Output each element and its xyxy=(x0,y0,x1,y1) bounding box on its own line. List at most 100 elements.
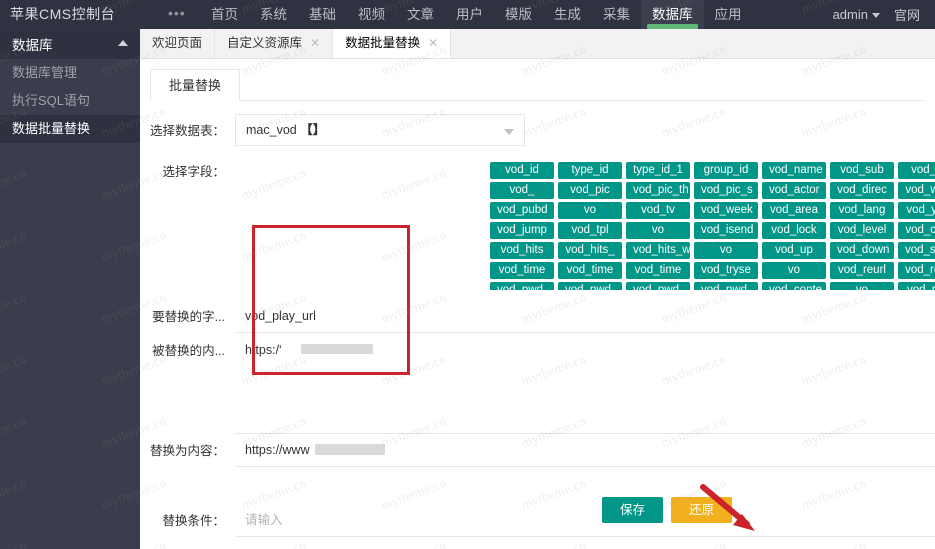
field-tag[interactable]: vod_up xyxy=(762,242,826,259)
content-replaced-label: 被替换的内... xyxy=(140,334,235,434)
fields-label: 选择字段： xyxy=(140,162,235,300)
field-tag[interactable]: vo xyxy=(762,262,826,279)
field-tag[interactable]: vod_time xyxy=(490,262,554,279)
field-tag[interactable]: vo xyxy=(830,282,894,290)
field-tag[interactable]: vod_pwd_ xyxy=(694,282,758,290)
field-tag[interactable]: vod_actor xyxy=(762,182,826,199)
table-select-label: 选择数据表： xyxy=(140,114,235,154)
field-tag[interactable]: vod_hits_ xyxy=(558,242,622,259)
more-dots-icon[interactable]: ••• xyxy=(168,5,186,21)
field-tag[interactable]: vod_pic_th xyxy=(626,182,690,199)
user-menu-admin[interactable]: admin xyxy=(826,7,887,22)
field-tag[interactable]: vod_conte xyxy=(762,282,826,290)
field-tag[interactable]: vod_pic_s xyxy=(694,182,758,199)
field-tag[interactable]: vod_name xyxy=(762,162,826,179)
close-icon[interactable]: ✕ xyxy=(428,28,438,58)
table-select-dropdown[interactable]: mac_vod 【】 xyxy=(235,114,525,146)
field-tag[interactable]: group_id xyxy=(694,162,758,179)
app-logo-title: 苹果CMS控制台 xyxy=(10,4,115,24)
top-nav-item-10[interactable]: 应用 xyxy=(704,0,753,29)
tab-label: 数据批量替换 xyxy=(345,28,420,58)
field-tag[interactable]: vod_ xyxy=(490,182,554,199)
chevron-down-icon xyxy=(872,13,880,18)
field-tag[interactable]: vod_lock xyxy=(762,222,826,239)
field-tag[interactable]: vod_pwd_ xyxy=(626,282,690,290)
field-tag[interactable]: vod_copy xyxy=(898,222,935,239)
top-nav-item-8[interactable]: 采集 xyxy=(592,0,641,29)
field-tag[interactable]: vod_week xyxy=(694,202,758,219)
tab-0[interactable]: 欢迎页面 xyxy=(140,28,215,58)
user-menu-label: admin xyxy=(833,7,868,22)
sidebar-group-database[interactable]: 数据库 xyxy=(0,29,140,59)
field-tag[interactable]: vod_year xyxy=(898,202,935,219)
top-nav-item-1[interactable]: 系统 xyxy=(249,0,298,29)
field-tag[interactable]: vod_write xyxy=(898,182,935,199)
field-tag[interactable]: vod_pwd_ xyxy=(558,282,622,290)
field-tag[interactable]: vo xyxy=(694,242,758,259)
reset-button[interactable]: 还原 xyxy=(671,497,732,523)
form-row-content-replaced: 被替换的内... xyxy=(140,334,935,434)
field-tag[interactable]: vod_pubd xyxy=(490,202,554,219)
field-tag[interactable]: vod_time xyxy=(558,262,622,279)
sidebar-group-label: 数据库 xyxy=(12,34,53,54)
field-tag[interactable]: type_id_1 xyxy=(626,162,690,179)
close-icon[interactable]: ✕ xyxy=(310,28,320,58)
app-root: 苹果CMS控制台 ••• 首页系统基础视频文章用户模版生成采集数据库应用 adm… xyxy=(0,0,935,549)
chevron-up-icon xyxy=(118,40,128,46)
field-tag[interactable]: vod_hits_w xyxy=(626,242,690,259)
form-row-table-select: 选择数据表： mac_vod 【】 xyxy=(140,114,935,154)
field-tag[interactable]: vod_tpl xyxy=(558,222,622,239)
redaction-block-1 xyxy=(301,344,373,354)
field-tag[interactable]: vod_id xyxy=(490,162,554,179)
form-row-field-to-replace: 要替换的字... xyxy=(140,300,935,334)
field-tag[interactable]: vod_rel_v xyxy=(898,262,935,279)
field-tag[interactable]: vod_lang xyxy=(830,202,894,219)
field-tag[interactable]: vod_isend xyxy=(694,222,758,239)
field-tag[interactable]: vod_pic xyxy=(558,182,622,199)
sub-tab-0[interactable]: 批量替换 xyxy=(150,69,240,101)
field-tag[interactable]: vod_score xyxy=(898,242,935,259)
field-tag[interactable]: vod_sub xyxy=(830,162,894,179)
save-button[interactable]: 保存 xyxy=(602,497,663,523)
sidebar-item-2[interactable]: 数据批量替换 xyxy=(0,115,140,143)
field-tag[interactable]: vod_area xyxy=(762,202,826,219)
tab-label: 自定义资源库 xyxy=(227,28,302,58)
top-nav-item-0[interactable]: 首页 xyxy=(200,0,249,29)
field-tag[interactable]: vod_level xyxy=(830,222,894,239)
field-tag[interactable]: vod_direc xyxy=(830,182,894,199)
field-tag[interactable]: vod_down xyxy=(830,242,894,259)
field-tag[interactable]: vod_pwd_ xyxy=(490,282,554,290)
field-to-replace-input[interactable] xyxy=(235,300,935,333)
field-tag[interactable]: vod_hits xyxy=(490,242,554,259)
tab-2[interactable]: 数据批量替换 ✕ xyxy=(333,28,451,58)
field-to-replace-label: 要替换的字... xyxy=(140,300,235,334)
field-tag[interactable]: vod_play xyxy=(898,282,935,290)
field-tag[interactable]: vod_time xyxy=(626,262,690,279)
top-nav-item-6[interactable]: 模版 xyxy=(494,0,543,29)
top-nav-item-5[interactable]: 用户 xyxy=(445,0,494,29)
top-nav-item-9[interactable]: 数据库 xyxy=(641,0,704,29)
form-row-fields: 选择字段： vod_idtype_idtype_id_1group_idvod_… xyxy=(140,162,935,300)
field-tag[interactable]: vod_tryse xyxy=(694,262,758,279)
field-tag[interactable]: vod_reurl xyxy=(830,262,894,279)
sidebar-item-1[interactable]: 执行SQL语句 xyxy=(0,87,140,115)
sub-tab-strip: 批量替换 xyxy=(150,69,925,101)
sidebar-item-0[interactable]: 数据库管理 xyxy=(0,59,140,87)
field-tag[interactable]: type_id xyxy=(558,162,622,179)
top-nav-item-3[interactable]: 视频 xyxy=(347,0,396,29)
official-site-link[interactable]: 官网 xyxy=(887,5,927,24)
redaction-block-2 xyxy=(315,444,385,455)
tab-label: 欢迎页面 xyxy=(152,28,202,58)
field-tag[interactable]: vod_en xyxy=(898,162,935,179)
top-nav-item-2[interactable]: 基础 xyxy=(298,0,347,29)
sidebar: 数据库 数据库管理执行SQL语句数据批量替换 xyxy=(0,29,140,549)
top-nav-item-7[interactable]: 生成 xyxy=(543,0,592,29)
top-right-menu: admin 官网 xyxy=(826,0,927,29)
field-tag[interactable]: vod_tv xyxy=(626,202,690,219)
field-tag[interactable]: vod_jump xyxy=(490,222,554,239)
field-tag[interactable]: vo xyxy=(558,202,622,219)
tab-1[interactable]: 自定义资源库 ✕ xyxy=(215,28,333,58)
top-nav-item-4[interactable]: 文章 xyxy=(396,0,445,29)
field-tag[interactable]: vo xyxy=(626,222,690,239)
chevron-down-icon xyxy=(504,129,514,135)
